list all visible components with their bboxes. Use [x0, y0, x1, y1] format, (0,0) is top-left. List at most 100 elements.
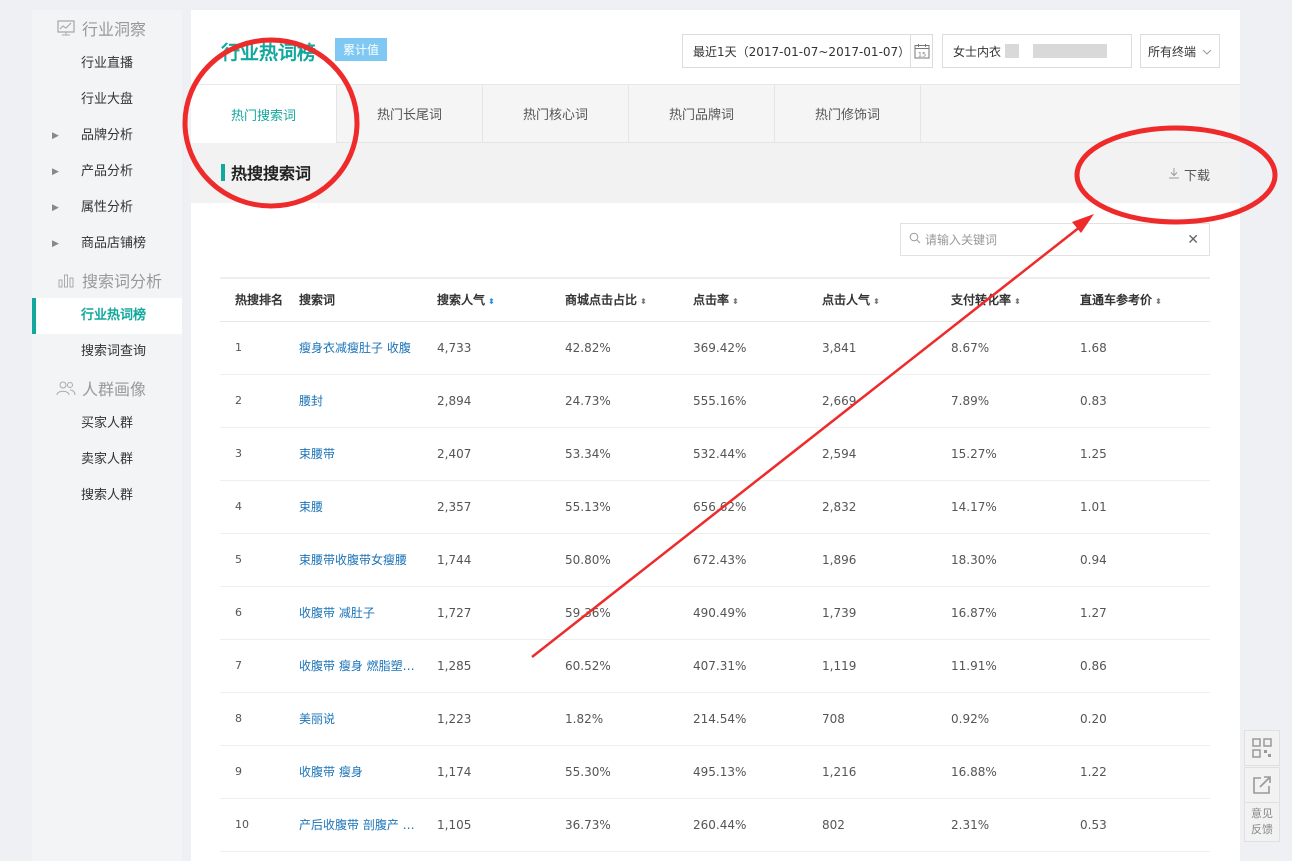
- table-cell: 708: [822, 692, 951, 746]
- tab-long-tail[interactable]: 热门长尾词: [337, 85, 483, 142]
- sidebar-item-label: 买家人群: [81, 416, 134, 431]
- table-row: 7 收腹带 瘦身 燃脂塑… 1,285 60.52% 407.31% 1,119 11.91…: [220, 639, 1210, 693]
- keyword-link[interactable]: 收腹带 减肚子: [299, 586, 437, 640]
- device-dropdown[interactable]: 所有终端: [1140, 34, 1220, 68]
- tab-modifier[interactable]: 热门修饰词: [775, 85, 921, 142]
- column-header[interactable]: 点击率 ⬍: [693, 277, 822, 322]
- date-range-text: 最近1天（2017-01-07~2017-01-07）: [693, 44, 911, 59]
- blurred-text: [1033, 44, 1108, 58]
- keyword-link[interactable]: 收腹带 瘦身 燃脂塑…: [299, 639, 437, 693]
- table-cell: 8.67%: [951, 321, 1080, 375]
- sidebar-item-brand-analysis[interactable]: ▶ 品牌分析: [32, 118, 182, 154]
- expand-arrow-icon: ▶: [52, 203, 59, 213]
- column-header-label: 支付转化率: [951, 293, 1012, 308]
- calendar-day: 15: [917, 51, 925, 59]
- table-cell: 2,669: [822, 374, 951, 428]
- category-selector[interactable]: 女士内衣: [942, 34, 1132, 68]
- sidebar-item-label: 行业大盘: [81, 92, 134, 107]
- sort-icon[interactable]: ⬍: [732, 297, 739, 306]
- date-range-picker[interactable]: 最近1天（2017-01-07~2017-01-07） 15: [682, 34, 933, 68]
- column-header: 热搜排名: [220, 277, 299, 322]
- sidebar-item-searchers[interactable]: 搜索人群: [32, 478, 182, 514]
- table-cell: 1.01: [1080, 480, 1210, 534]
- calendar-icon[interactable]: 15: [910, 35, 932, 67]
- qr-code-icon: [1252, 738, 1272, 758]
- download-button[interactable]: 下载: [1168, 165, 1210, 184]
- sort-icon[interactable]: ⬍: [640, 297, 647, 306]
- sidebar-item-industry-overview[interactable]: 行业大盘: [32, 82, 182, 118]
- table-cell: 1,119: [822, 639, 951, 693]
- table-row: 8 美丽说 1,223 1.82% 214.54% 708 0.92% 0.20: [220, 692, 1210, 746]
- sidebar-item-label: 商品店铺榜: [81, 236, 147, 251]
- sort-icon[interactable]: ⬍: [1155, 297, 1162, 306]
- table-cell: 1,285: [437, 639, 565, 693]
- sort-icon[interactable]: ⬍: [873, 297, 880, 306]
- cumulative-badge: 累计值: [335, 38, 388, 61]
- table-cell: 1.27: [1080, 586, 1210, 640]
- expand-arrow-icon: ▶: [52, 239, 59, 249]
- close-icon[interactable]: ✕: [1187, 232, 1199, 248]
- sidebar-group-title: 人群画像: [82, 380, 147, 399]
- column-header-label: 点击率: [693, 293, 730, 308]
- expand-arrow-icon: ▶: [52, 131, 59, 141]
- column-header: 搜索词: [299, 277, 437, 322]
- tab-hot-search[interactable]: 热门搜索词: [191, 85, 337, 144]
- keyword-search-input[interactable]: 请输入关键词 ✕: [900, 223, 1210, 256]
- table-cell: 2,832: [822, 480, 951, 534]
- keyword-link[interactable]: 收腹带 瘦身: [299, 745, 437, 799]
- table-cell: 16.88%: [951, 745, 1080, 799]
- table-cell: 1.25: [1080, 427, 1210, 481]
- keyword-link[interactable]: 束腰带收腹带女瘦腰: [299, 533, 437, 587]
- keyword-link[interactable]: 产后收腹带 剖腹产 …: [299, 798, 437, 852]
- sidebar-item-industry-live[interactable]: 行业直播: [32, 46, 182, 82]
- sort-icon[interactable]: ⬍: [488, 297, 495, 306]
- rank-cell: 4: [220, 480, 299, 534]
- keyword-link[interactable]: 束腰: [299, 480, 437, 534]
- sidebar-item-sellers[interactable]: 卖家人群: [32, 442, 182, 478]
- blurred-text: [1005, 44, 1020, 58]
- sidebar-item-product-analysis[interactable]: ▶ 产品分析: [32, 154, 182, 190]
- table-row: 5 束腰带收腹带女瘦腰 1,744 50.80% 672.43% 1,896 18.30% 0…: [220, 533, 1210, 587]
- feedback-button[interactable]: 意见 反馈: [1244, 802, 1280, 842]
- sidebar-item-keyword-query[interactable]: 搜索词查询: [32, 334, 182, 370]
- keyword-link[interactable]: 束腰带: [299, 427, 437, 481]
- feedback-label-2: 反馈: [1251, 823, 1273, 836]
- table-cell: 369.42%: [693, 321, 822, 375]
- table-cell: 18.30%: [951, 533, 1080, 587]
- column-header[interactable]: 商城点击占比 ⬍: [565, 277, 693, 322]
- sidebar-item-hot-keywords[interactable]: 行业热词榜: [32, 298, 182, 334]
- tab-brand[interactable]: 热门品牌词: [629, 85, 775, 142]
- table-cell: 36.73%: [565, 798, 693, 852]
- sort-icon[interactable]: ⬍: [1014, 297, 1021, 306]
- table-row: 3 束腰带 2,407 53.34% 532.44% 2,594 15.27% 1.25: [220, 427, 1210, 481]
- sidebar-item-buyers[interactable]: 买家人群: [32, 406, 182, 442]
- table-cell: 1,727: [437, 586, 565, 640]
- table-cell: 60.52%: [565, 639, 693, 693]
- sidebar-item-label: 品牌分析: [81, 128, 134, 143]
- bar-chart-icon: [56, 271, 76, 289]
- share-button[interactable]: [1244, 767, 1280, 803]
- table-cell: 2.31%: [951, 798, 1080, 852]
- tab-core[interactable]: 热门核心词: [483, 85, 629, 142]
- table-cell: 0.83: [1080, 374, 1210, 428]
- column-header[interactable]: 支付转化率 ⬍: [951, 277, 1080, 322]
- table-cell: 55.13%: [565, 480, 693, 534]
- qr-code-button[interactable]: [1244, 730, 1280, 766]
- column-header-label: 热搜排名: [235, 293, 284, 308]
- table-cell: 0.94: [1080, 533, 1210, 587]
- sidebar-item-shop-ranking[interactable]: ▶ 商品店铺榜: [32, 226, 182, 262]
- sidebar-item-attribute-analysis[interactable]: ▶ 属性分析: [32, 190, 182, 226]
- table-cell: 14.17%: [951, 480, 1080, 534]
- keyword-link[interactable]: 美丽说: [299, 692, 437, 746]
- search-placeholder: 请输入关键词: [925, 233, 998, 247]
- keyword-link[interactable]: 腰封: [299, 374, 437, 428]
- table-cell: 1,744: [437, 533, 565, 587]
- monitor-chart-icon: [56, 19, 76, 37]
- table-cell: 555.16%: [693, 374, 822, 428]
- keyword-link[interactable]: 瘦身衣减瘦肚子 收腹: [299, 321, 437, 375]
- table-cell: 2,407: [437, 427, 565, 481]
- column-header[interactable]: 直通车参考价 ⬍: [1080, 277, 1210, 322]
- column-header[interactable]: 点击人气 ⬍: [822, 277, 951, 322]
- column-header[interactable]: 搜索人气 ⬍: [437, 277, 565, 322]
- table-cell: 3,841: [822, 321, 951, 375]
